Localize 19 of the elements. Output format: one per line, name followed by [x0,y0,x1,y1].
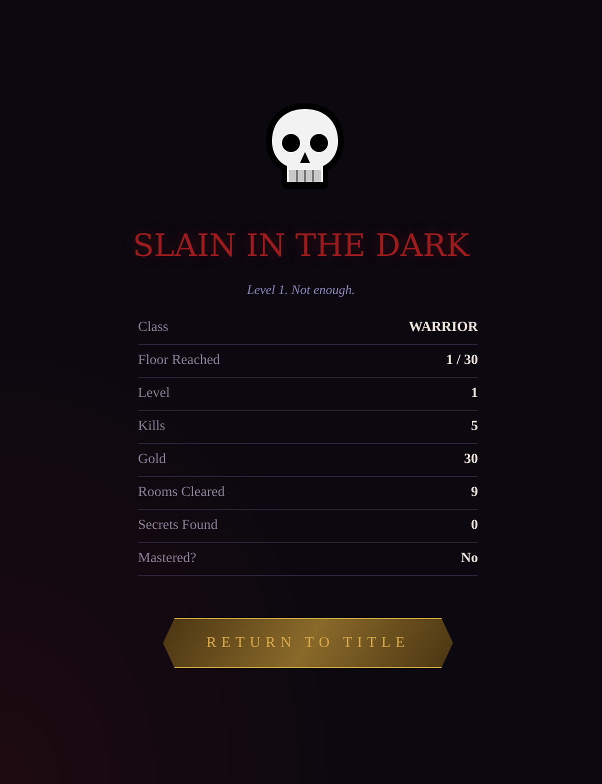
stat-label: Secrets Found [138,518,218,534]
stat-value: 0 [471,518,478,534]
title: SLAIN IN THE DARK [132,228,470,264]
stat-value: 1 / 30 [446,353,478,369]
stat-label: Class [138,320,168,336]
stat-value: 1 [471,386,478,402]
stat-value: 5 [471,419,478,435]
stat-value: WARRIOR [408,320,478,336]
stat-value: 30 [464,452,478,468]
stat-value: 9 [471,485,478,501]
stat-label: Rooms Cleared [138,485,225,501]
stat-label: Mastered? [138,551,196,567]
stat-label: Gold [138,452,166,468]
return-button[interactable]: RETURN TO TITLE [163,618,453,668]
stat-label: Level [138,386,170,402]
stat-label: Kills [138,419,166,435]
subtitle: Level 1. Not enough. [247,282,355,298]
stat-label: Floor Reached [138,353,220,369]
stat-value: No [460,551,478,567]
